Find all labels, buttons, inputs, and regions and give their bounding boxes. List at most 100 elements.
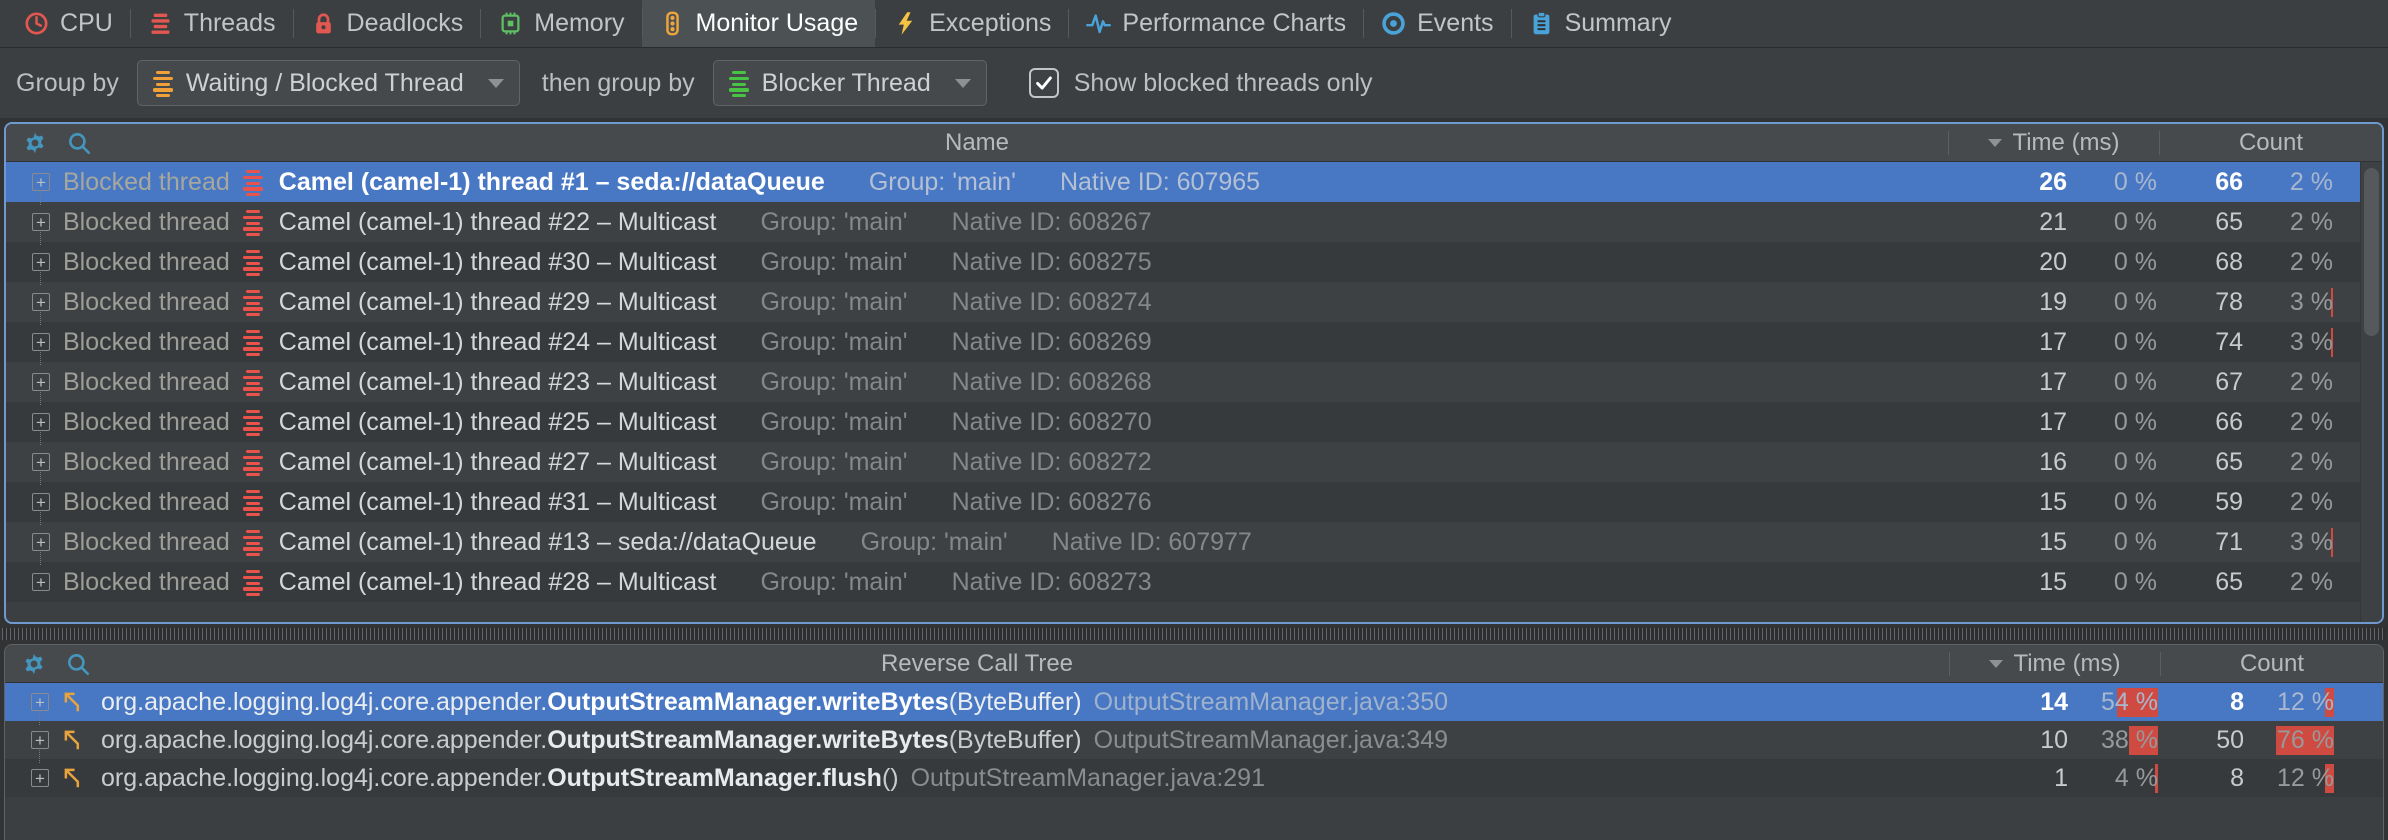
tab-cpu[interactable]: CPU <box>6 0 130 47</box>
blocked-thread-row[interactable]: + Blocked thread Camel (camel-1) thread … <box>6 322 2382 362</box>
thread-native-id: Native ID: 608269 <box>952 328 1152 357</box>
thread-native-id: Native ID: 608275 <box>952 248 1152 277</box>
eye-icon <box>1380 10 1407 37</box>
expand-icon[interactable]: + <box>32 213 50 231</box>
tab-deadlocks[interactable]: Deadlocks <box>293 0 481 47</box>
time-ms-value: 17 <box>1972 408 2067 437</box>
scrollbar-thumb[interactable] <box>2364 168 2379 336</box>
thread-row-kind-label: Blocked thread <box>63 168 230 197</box>
call-tree-row[interactable]: + org.apache.logging.log4j.core.appender… <box>5 683 2383 721</box>
source-location-link[interactable]: OutputStreamManager.java:291 <box>911 764 1265 792</box>
count-value: 65 <box>2182 208 2243 237</box>
blocked-thread-row[interactable]: + Blocked thread Camel (camel-1) thread … <box>6 562 2382 602</box>
thread-group: Group: 'main' <box>760 488 907 517</box>
time-ms-value: 15 <box>1972 568 2067 597</box>
expand-icon[interactable]: + <box>32 333 50 351</box>
time-percent-value: 0 % <box>2067 528 2182 557</box>
threads-table-header: Name Time (ms) Count <box>6 124 2382 162</box>
expand-icon[interactable]: + <box>32 293 50 311</box>
time-ms-value: 21 <box>1972 208 2067 237</box>
column-header-time[interactable]: Time (ms) <box>1949 129 2159 157</box>
column-header-reverse-call-tree[interactable]: Reverse Call Tree <box>5 650 1949 678</box>
blocked-thread-row[interactable]: + Blocked thread Camel (camel-1) thread … <box>6 442 2382 482</box>
thread-native-id: Native ID: 608273 <box>952 568 1152 597</box>
search-icon[interactable] <box>66 130 92 156</box>
tab-exceptions[interactable]: Exceptions <box>875 0 1068 47</box>
expand-icon[interactable]: + <box>32 493 50 511</box>
thread-row-kind-label: Blocked thread <box>63 528 230 557</box>
time-percent-value: 0 % <box>2067 208 2182 237</box>
thread-name: Camel (camel-1) thread #27 – Multicast <box>279 448 717 477</box>
tab-summary[interactable]: Summary <box>1511 0 1689 47</box>
thread-row-kind-label: Blocked thread <box>63 208 230 237</box>
gear-icon[interactable] <box>22 130 48 156</box>
expand-icon[interactable]: + <box>32 573 50 591</box>
call-tree-row[interactable]: + org.apache.logging.log4j.core.appender… <box>5 721 2383 759</box>
calls-table-header: Reverse Call Tree Time (ms) Count <box>5 645 2383 683</box>
expand-icon[interactable]: + <box>31 769 49 787</box>
count-value: 65 <box>2182 568 2243 597</box>
tab-events[interactable]: Events <box>1363 0 1510 47</box>
time-ms-value: 15 <box>1972 488 2067 517</box>
thread-native-id: Native ID: 608274 <box>952 288 1152 317</box>
time-percent-value: 54 % <box>2068 688 2183 717</box>
time-ms-value: 15 <box>1972 528 2067 557</box>
blocked-thread-row[interactable]: + Blocked thread Camel (camel-1) thread … <box>6 242 2382 282</box>
expand-icon[interactable]: + <box>32 253 50 271</box>
traffic-light-icon <box>659 10 686 37</box>
reverse-call-arrow-icon <box>61 727 87 753</box>
tab-threads[interactable]: Threads <box>130 0 293 47</box>
blocked-thread-row[interactable]: + Blocked thread Camel (camel-1) thread … <box>6 282 2382 322</box>
search-icon[interactable] <box>65 651 91 677</box>
expand-icon[interactable]: + <box>32 413 50 431</box>
blocked-thread-row[interactable]: + Blocked thread Camel (camel-1) thread … <box>6 362 2382 402</box>
blocked-thread-row[interactable]: + Blocked thread Camel (camel-1) thread … <box>6 522 2382 562</box>
time-percent-value: 0 % <box>2067 288 2182 317</box>
vertical-scrollbar[interactable] <box>2360 162 2382 622</box>
column-header-count[interactable]: Count <box>2160 129 2382 157</box>
time-ms-value: 10 <box>1973 726 2068 755</box>
count-percent-value: 12 % <box>2244 688 2383 717</box>
blocked-thread-row[interactable]: + Blocked thread Camel (camel-1) thread … <box>6 202 2382 242</box>
column-header-time[interactable]: Time (ms) <box>1950 650 2160 678</box>
blocked-thread-row[interactable]: + Blocked thread Camel (camel-1) thread … <box>6 482 2382 522</box>
thread-native-id: Native ID: 607977 <box>1052 528 1252 557</box>
count-value: 8 <box>2183 764 2244 793</box>
count-value: 67 <box>2182 368 2243 397</box>
time-ms-value: 14 <box>1973 688 2068 717</box>
blocked-thread-state-icon <box>243 328 264 357</box>
group-by-dropdown-primary[interactable]: Waiting / Blocked Thread <box>137 60 520 106</box>
gear-icon[interactable] <box>21 651 47 677</box>
thread-row-kind-label: Blocked thread <box>63 328 230 357</box>
chevron-down-icon <box>488 79 504 88</box>
blocked-thread-state-icon <box>243 568 264 597</box>
tab-label: Threads <box>184 9 276 38</box>
expand-icon[interactable]: + <box>32 453 50 471</box>
expand-icon[interactable]: + <box>32 173 50 191</box>
reverse-call-arrow-icon <box>61 689 87 715</box>
panel-splitter-handle[interactable] <box>0 624 2388 644</box>
source-location-link[interactable]: OutputStreamManager.java:349 <box>1094 726 1448 754</box>
group-by-dropdown-secondary[interactable]: Blocker Thread <box>713 60 987 106</box>
expand-icon[interactable]: + <box>31 693 49 711</box>
blocked-thread-row[interactable]: + Blocked thread Camel (camel-1) thread … <box>6 402 2382 442</box>
expand-icon[interactable]: + <box>32 533 50 551</box>
tab-memory[interactable]: Memory <box>480 0 641 47</box>
column-header-count[interactable]: Count <box>2161 650 2383 678</box>
show-blocked-threads-checkbox[interactable]: Show blocked threads only <box>1029 68 1373 98</box>
count-value: 71 <box>2182 528 2243 557</box>
checkbox-checked-icon[interactable] <box>1029 68 1059 98</box>
thread-group: Group: 'main' <box>760 248 907 277</box>
blocked-thread-row[interactable]: + Blocked thread Camel (camel-1) thread … <box>6 162 2382 202</box>
expand-icon[interactable]: + <box>31 731 49 749</box>
call-tree-row[interactable]: + org.apache.logging.log4j.core.appender… <box>5 759 2383 797</box>
expand-icon[interactable]: + <box>32 373 50 391</box>
group-by-dropdown-primary-value: Waiting / Blocked Thread <box>186 69 464 98</box>
tab-monitor-usage[interactable]: Monitor Usage <box>642 0 876 47</box>
column-header-name[interactable]: Name <box>6 129 1948 157</box>
source-location-link[interactable]: OutputStreamManager.java:350 <box>1094 688 1448 716</box>
thread-native-id: Native ID: 607965 <box>1060 168 1260 197</box>
tab-performance-charts[interactable]: Performance Charts <box>1068 0 1363 47</box>
lightning-icon <box>892 10 919 37</box>
thread-row-kind-label: Blocked thread <box>63 408 230 437</box>
